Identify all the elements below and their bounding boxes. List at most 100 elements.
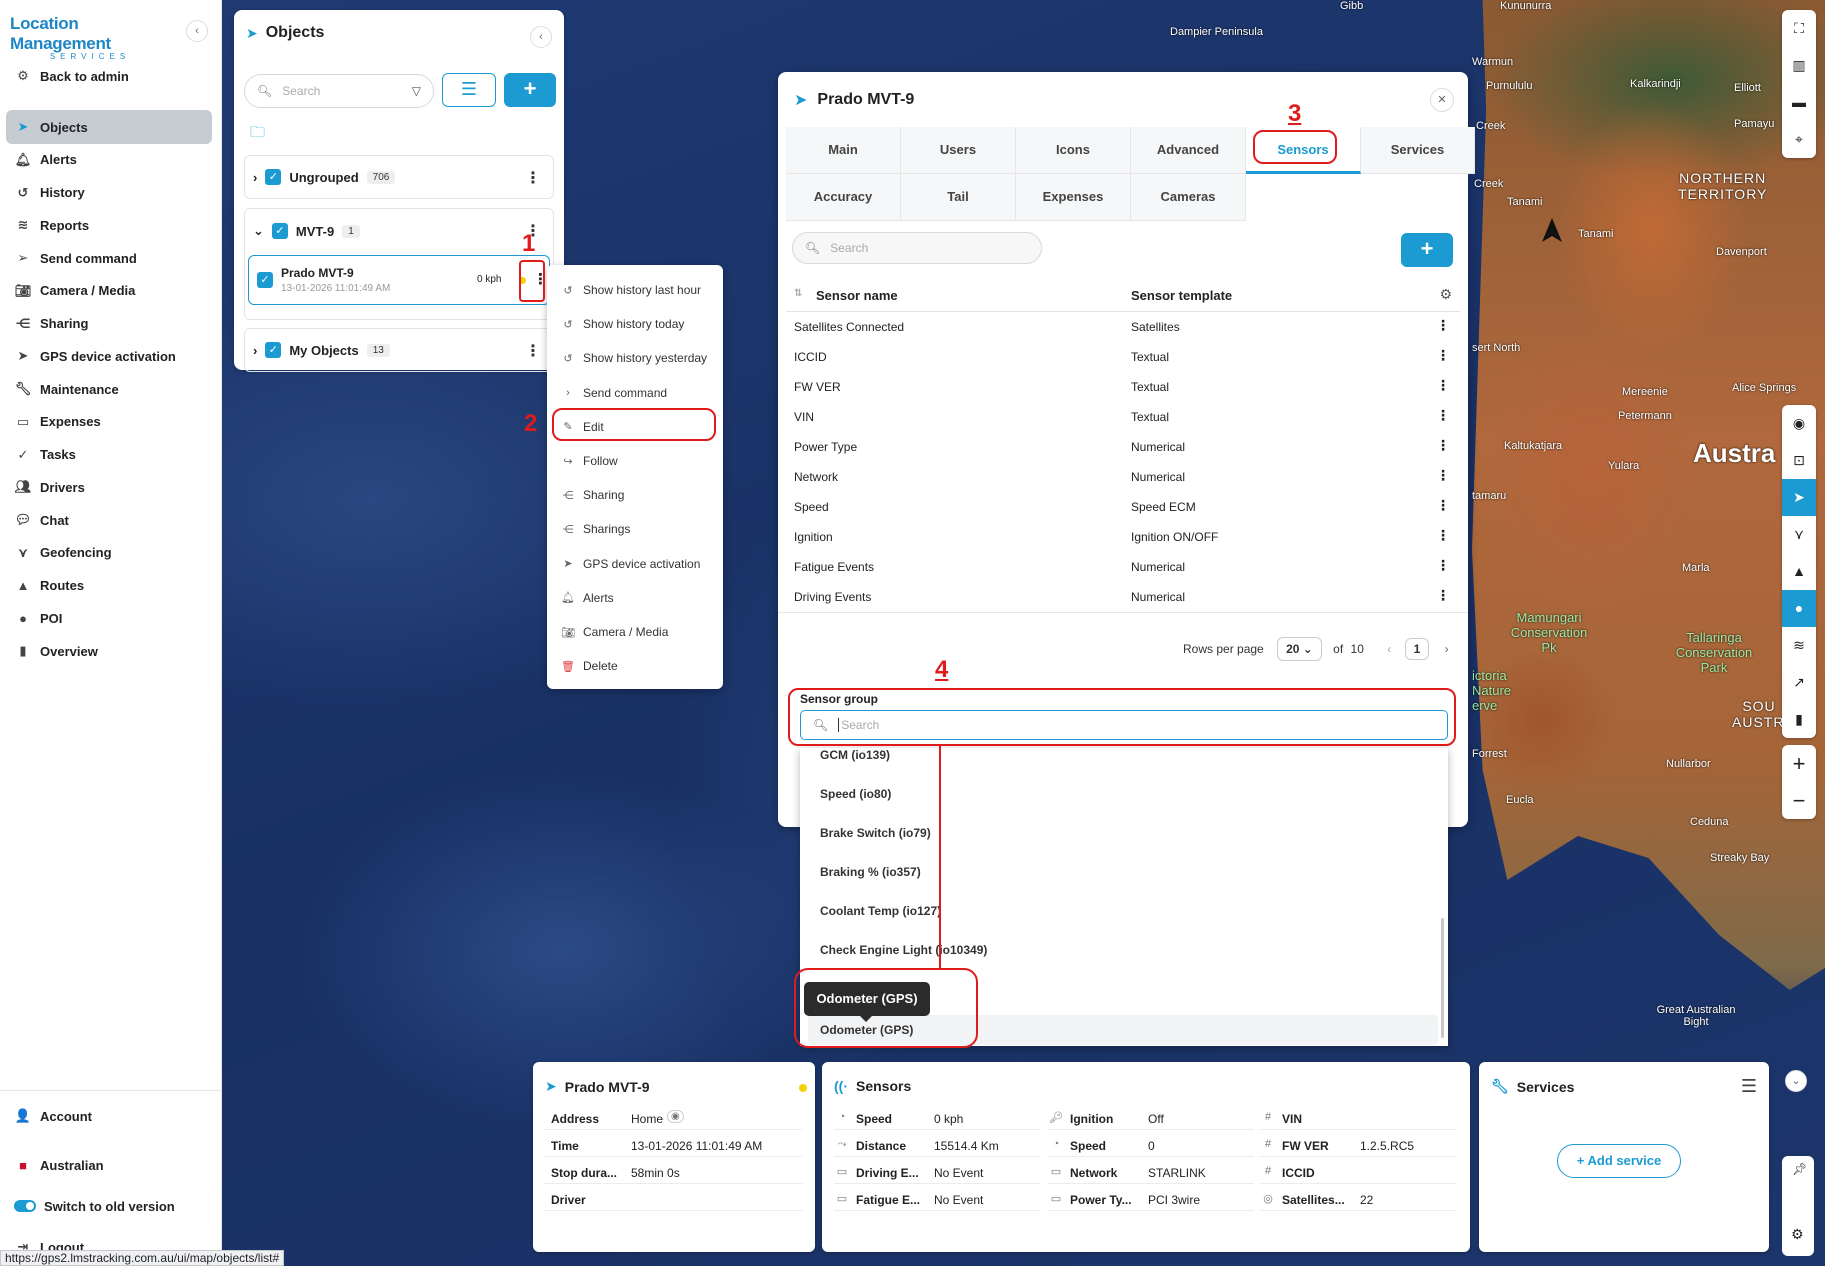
object-row-prado[interactable]: ✓ Prado MVT-9 13-01-2026 11:01:49 AM 0 k… <box>248 255 550 305</box>
dropdown-option[interactable]: Coolant Temp (io127) <box>820 904 941 918</box>
menu-item-alerts[interactable]: 🔔︎ Alerts <box>561 587 614 609</box>
kebab-menu-icon[interactable]: ⋮ <box>1436 347 1450 364</box>
kebab-menu-icon[interactable]: ⋮ <box>1436 317 1450 334</box>
table-row[interactable]: Speed Speed ECM ⋮ <box>786 492 1460 522</box>
column-header[interactable]: Sensor name <box>816 288 898 303</box>
pin-icon[interactable]: 📌︎ <box>1792 1162 1807 1176</box>
dropdown-option[interactable]: Speed (io80) <box>820 787 891 801</box>
kebab-menu-icon[interactable]: ⋮ <box>1436 497 1450 514</box>
group-ungrouped[interactable]: › ✓ Ungrouped 706 ⋮ <box>244 155 554 199</box>
collapse-sidebar-button[interactable]: ‹ <box>186 20 208 42</box>
tab-main[interactable]: Main <box>786 127 901 174</box>
locate-icon[interactable]: ⌖ <box>1782 121 1816 158</box>
traffic-icon[interactable]: ≋ <box>1782 627 1816 664</box>
menu-item-show-history-yesterday[interactable]: ↺ Show history yesterday <box>561 347 707 369</box>
sidebar-item-drivers[interactable]: 👥︎ Drivers <box>6 470 212 504</box>
next-page-button[interactable]: › <box>1445 642 1449 656</box>
menu-item-follow[interactable]: ↪ Follow <box>561 450 617 472</box>
current-page[interactable]: 1 <box>1404 638 1430 660</box>
dropdown-option[interactable]: Check Engine Light (io10349) <box>820 943 987 957</box>
table-row[interactable]: Fatigue Events Numerical ⋮ <box>786 552 1460 582</box>
tab-icons[interactable]: Icons <box>1016 127 1131 174</box>
map-layers-icon[interactable]: ▥ <box>1782 47 1816 84</box>
menu-icon[interactable]: ☰ <box>1741 1076 1757 1097</box>
road-icon[interactable]: ▲ <box>1782 553 1816 590</box>
menu-item-delete[interactable]: 🗑︎ Delete <box>561 655 618 677</box>
sidebar-item-reports[interactable]: ≋ Reports <box>6 208 212 242</box>
menu-item-camera-media[interactable]: 📷︎ Camera / Media <box>561 621 668 643</box>
sidebar-item-chat[interactable]: 💬︎ Chat <box>6 503 212 537</box>
sidebar-item-send-command[interactable]: ➢ Send command <box>6 241 212 275</box>
tab-users[interactable]: Users <box>901 127 1016 174</box>
kebab-menu-icon[interactable]: ⋮ <box>525 168 541 188</box>
logo[interactable]: Location Management SERVICES <box>10 14 170 61</box>
sidebar-item-tasks[interactable]: ✓ Tasks <box>6 438 212 472</box>
direction-icon[interactable]: ↗ <box>1782 664 1816 701</box>
pin-icon[interactable]: ● <box>1782 590 1816 627</box>
kebab-menu-icon[interactable]: ⋮ <box>1436 407 1450 424</box>
object-search-input[interactable]: 🔍︎ Search ▽ <box>244 74 434 108</box>
toggle-switch[interactable] <box>14 1200 36 1212</box>
sensor-search-input[interactable]: 🔍︎ Search <box>792 232 1042 264</box>
table-row[interactable]: Ignition Ignition ON/OFF ⋮ <box>786 522 1460 552</box>
record-icon[interactable]: ◉ <box>1782 405 1816 442</box>
chevron-right-icon[interactable]: › <box>253 343 257 358</box>
chevron-right-icon[interactable]: › <box>253 170 257 185</box>
add-service-button[interactable]: + Add service <box>1557 1144 1681 1178</box>
table-row[interactable]: Driving Events Numerical ⋮ <box>786 582 1460 612</box>
group-header[interactable]: ⌄ ✓ MVT-9 1 <box>253 223 360 239</box>
ruler-icon[interactable]: ▬ <box>1782 84 1816 121</box>
dropdown-option[interactable]: Brake Switch (io79) <box>820 826 931 840</box>
folder-icon[interactable]: 🗀 <box>250 122 265 147</box>
sidebar-item-sharing[interactable]: ⋲ Sharing <box>6 307 212 341</box>
add-object-button[interactable]: + <box>504 73 556 107</box>
sidebar-item-alerts[interactable]: 🔔︎ Alerts <box>6 143 212 177</box>
group-my-objects[interactable]: › ✓ My Objects 13 ⋮ <box>244 328 554 372</box>
menu-item-send-command[interactable]: › Send command <box>561 382 667 404</box>
rows-per-page-select[interactable]: 20 ⌄ <box>1277 637 1322 661</box>
language-selector[interactable]: ■ Australian <box>6 1148 212 1182</box>
sidebar-item-objects[interactable]: ➤ Objects <box>6 110 212 144</box>
dropdown-option[interactable]: Braking % (io357) <box>820 865 921 879</box>
sidebar-item-overview[interactable]: ▮ Overview <box>6 634 212 668</box>
collapse-panel-button[interactable]: ‹ <box>530 26 552 48</box>
table-row[interactable]: ICCID Textual ⋮ <box>786 342 1460 372</box>
filter-icon[interactable]: ▽ <box>412 84 421 98</box>
prev-page-button[interactable]: ‹ <box>1387 642 1391 656</box>
switch-old-version[interactable]: Switch to old version <box>6 1189 212 1223</box>
menu-item-sharings[interactable]: ⋲ Sharings <box>561 518 631 540</box>
tab-expenses[interactable]: Expenses <box>1016 174 1131 221</box>
sort-icon[interactable]: ⇅ <box>794 288 802 299</box>
table-row[interactable]: Power Type Numerical ⋮ <box>786 432 1460 462</box>
zoom-in-button[interactable]: + <box>1782 745 1816 782</box>
gear-icon[interactable]: ⚙ <box>1439 286 1452 303</box>
close-icon[interactable]: ✕ <box>1430 88 1454 112</box>
column-header[interactable]: Sensor template <box>1131 288 1232 303</box>
sidebar-item-maintenance[interactable]: 🔧︎ Maintenance <box>6 372 212 406</box>
account-link[interactable]: 👤 Account <box>6 1099 212 1133</box>
kebab-menu-icon[interactable]: ⋮ <box>1436 587 1450 604</box>
tab-services[interactable]: Services <box>1361 127 1475 174</box>
table-row[interactable]: VIN Textual ⋮ <box>786 402 1460 432</box>
checkbox[interactable]: ✓ <box>271 223 288 239</box>
kebab-menu-icon[interactable]: ⋮ <box>1436 377 1450 394</box>
checkbox[interactable]: ✓ <box>265 169 282 185</box>
sidebar-item-gps-device-activation[interactable]: ➤ GPS device activation <box>6 339 212 373</box>
fullscreen-icon[interactable]: ⛶ <box>1782 10 1816 47</box>
table-row[interactable]: Satellites Connected Satellites ⋮ <box>786 312 1460 342</box>
menu-item-show-history-last-hour[interactable]: ↺ Show history last hour <box>561 279 701 301</box>
kebab-menu-icon[interactable]: ⋮ <box>1436 557 1450 574</box>
gear-icon[interactable]: ⚙ <box>1791 1226 1804 1243</box>
list-view-button[interactable]: ☰ <box>442 73 496 107</box>
sidebar-item-routes[interactable]: ▲ Routes <box>6 569 212 603</box>
kebab-menu-icon[interactable]: ⋮ <box>1436 527 1450 544</box>
signal-icon[interactable]: ▮ <box>1782 701 1816 738</box>
kebab-menu-icon[interactable]: ⋮ <box>525 341 541 361</box>
sidebar-item-history[interactable]: ↺ History <box>6 176 212 210</box>
tab-accuracy[interactable]: Accuracy <box>786 174 901 221</box>
checkbox[interactable]: ✓ <box>257 272 273 288</box>
tab-advanced[interactable]: Advanced <box>1131 127 1246 174</box>
zoom-out-button[interactable]: − <box>1782 782 1816 819</box>
sidebar-item-expenses[interactable]: ▭ Expenses <box>6 405 212 439</box>
tab-tail[interactable]: Tail <box>901 174 1016 221</box>
